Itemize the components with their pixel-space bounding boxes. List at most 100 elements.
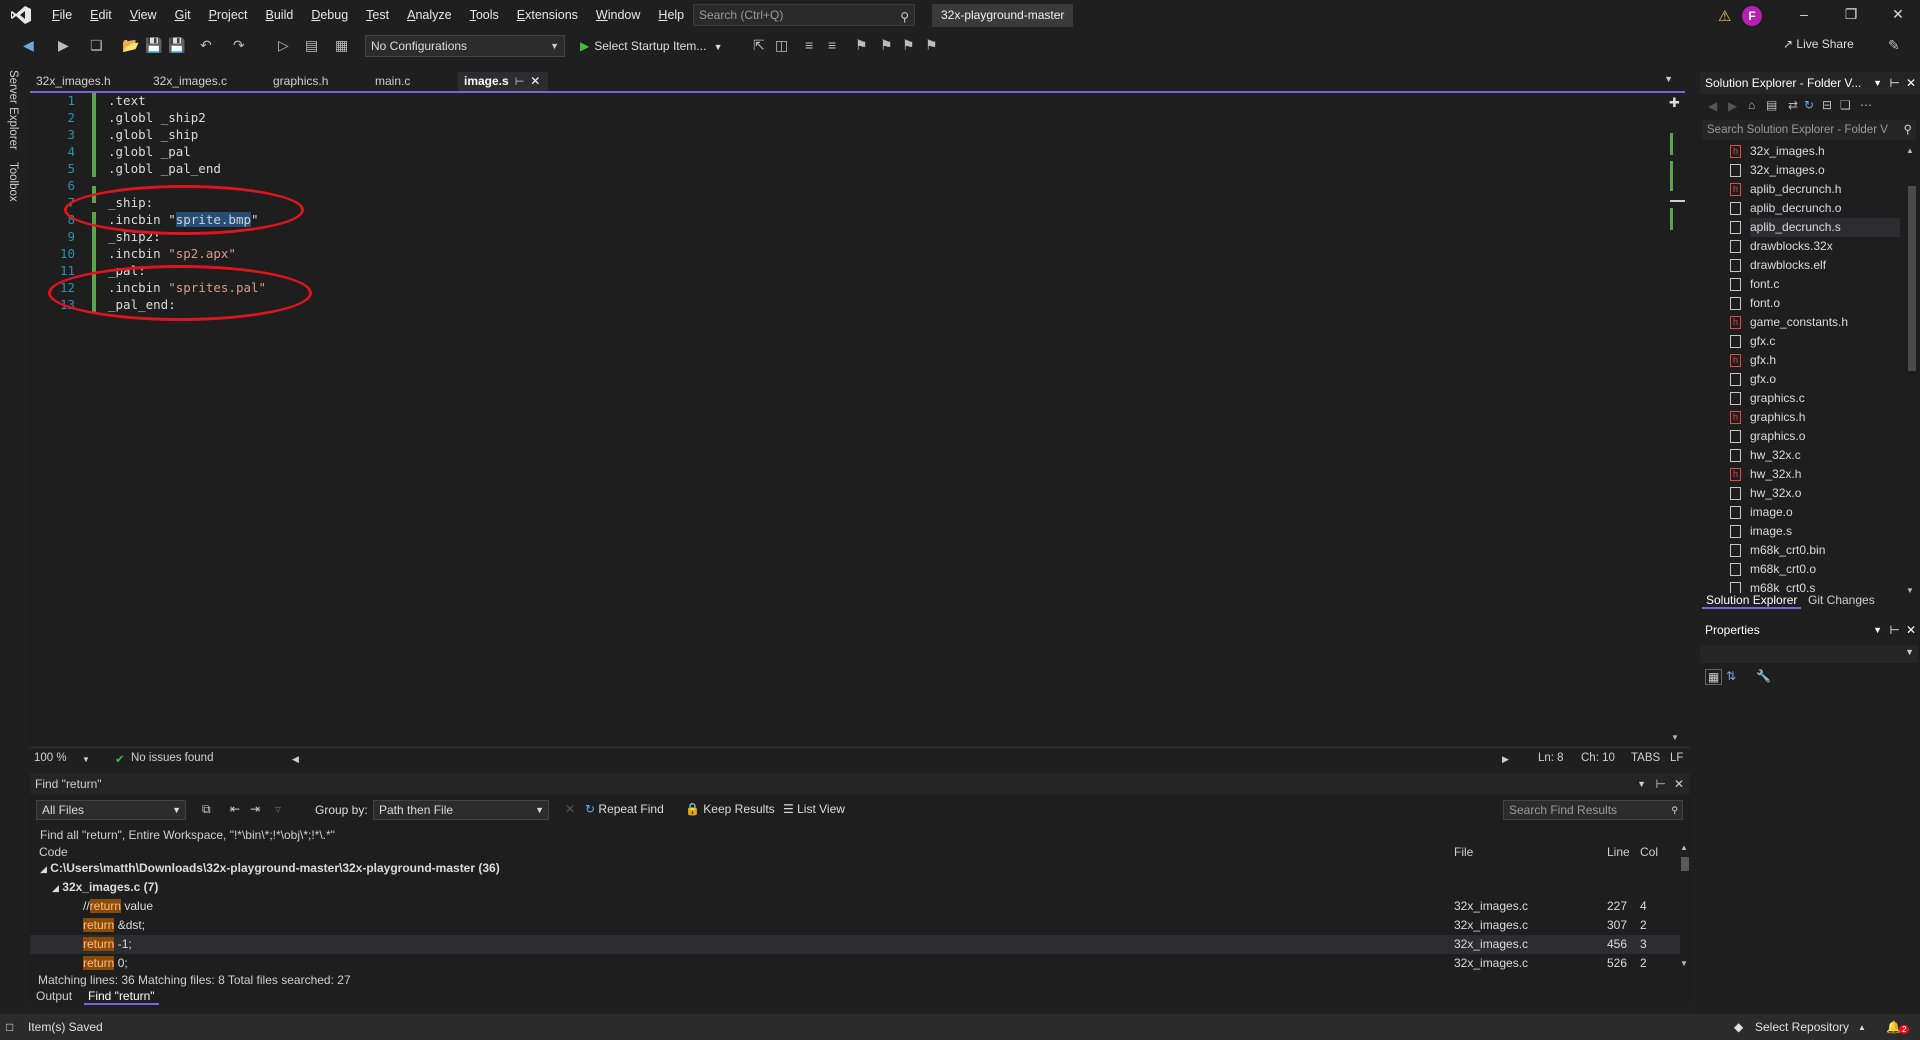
line-indicator[interactable]: Ln: 8: [1538, 752, 1564, 764]
tab-graphics-h[interactable]: graphics.h: [267, 72, 367, 91]
open-folder-icon[interactable]: 📂: [122, 37, 139, 54]
column-header-col[interactable]: Col: [1640, 845, 1658, 859]
save-all-icon[interactable]: 💾: [168, 37, 185, 54]
menu-item-project[interactable]: Project: [200, 0, 257, 31]
save-icon[interactable]: 💾: [145, 37, 162, 54]
back-icon[interactable]: ◀: [1708, 99, 1717, 113]
redo-icon[interactable]: ↷: [233, 37, 245, 54]
pin-icon[interactable]: ⊢: [1656, 773, 1666, 795]
result-group-file[interactable]: ◢ 32x_images.c (7): [30, 878, 1680, 897]
pin-icon[interactable]: ⊢: [515, 76, 525, 88]
file-tree-item[interactable]: gfx.o: [1730, 370, 1900, 389]
column-header-file[interactable]: File: [1454, 845, 1473, 859]
filter-icon[interactable]: ▿: [275, 802, 281, 816]
menu-item-analyze[interactable]: Analyze: [398, 0, 460, 31]
result-row[interactable]: return &dst; 32x_images.c 307 2: [30, 916, 1680, 935]
chevron-up-icon[interactable]: ▲: [1858, 1023, 1866, 1032]
select-repository-button[interactable]: Select Repository: [1755, 1020, 1849, 1034]
menu-item-extensions[interactable]: Extensions: [508, 0, 587, 31]
properties-object-dropdown[interactable]: ▼: [1700, 645, 1918, 663]
file-tree-item[interactable]: font.o: [1730, 294, 1900, 313]
toolbox-tab[interactable]: Toolbox: [7, 162, 19, 202]
result-group-path[interactable]: ◢ C:\Users\matth\Downloads\32x-playgroun…: [30, 859, 1680, 878]
result-row[interactable]: //return value 32x_images.c 227 4: [30, 897, 1680, 916]
menu-item-view[interactable]: View: [121, 0, 166, 31]
tab-solution-explorer[interactable]: Solution Explorer: [1702, 593, 1802, 609]
file-tree-item[interactable]: gfx.h: [1730, 351, 1900, 370]
copy-icon[interactable]: ⧉: [202, 802, 211, 817]
chevron-down-icon[interactable]: ▼: [1873, 72, 1882, 94]
file-tree-item[interactable]: drawblocks.32x: [1730, 237, 1900, 256]
scroll-thumb[interactable]: [1908, 186, 1916, 371]
startup-item-button[interactable]: ▶ Select Startup Item... ▼: [580, 35, 723, 57]
avatar[interactable]: F: [1742, 6, 1762, 26]
solution-scrollbar[interactable]: ▲ ▼: [1906, 146, 1918, 601]
chevron-down-icon[interactable]: ▼: [1873, 619, 1882, 641]
file-tree-item[interactable]: m68k_crt0.o: [1730, 560, 1900, 579]
column-header-code[interactable]: Code: [39, 845, 68, 859]
results-scrollbar[interactable]: ▲ ▼: [1680, 843, 1690, 973]
tabs-indicator[interactable]: TABS: [1631, 752, 1660, 764]
scroll-up-icon[interactable]: ▲: [1906, 146, 1914, 155]
file-tree-item[interactable]: 32x_images.h: [1730, 142, 1900, 161]
warning-icon[interactable]: ⚠: [1718, 7, 1731, 25]
home-icon[interactable]: ⌂: [1748, 98, 1755, 112]
close-icon[interactable]: ✕: [1906, 72, 1916, 94]
file-tree-item[interactable]: aplib_decrunch.s: [1730, 218, 1900, 237]
menu-item-help[interactable]: Help: [649, 0, 693, 31]
pin-icon[interactable]: ⊢: [1890, 619, 1900, 641]
file-tree-item[interactable]: graphics.c: [1730, 389, 1900, 408]
scroll-down-icon[interactable]: ▼: [1680, 959, 1688, 968]
minimize-icon[interactable]: –: [1790, 6, 1818, 22]
live-share-button[interactable]: ↗ Live Share: [1783, 37, 1854, 51]
cancel-search-icon[interactable]: ✕: [565, 802, 575, 816]
menu-item-test[interactable]: Test: [357, 0, 398, 31]
menu-item-file[interactable]: File: [43, 0, 81, 31]
list-view-button[interactable]: ☰ List View: [783, 802, 845, 816]
zoom-level[interactable]: 100 %: [34, 752, 67, 764]
code-editor[interactable]: 1 2 3 4 5 6 7 8 9 10 11 12 13 .text .glo…: [30, 93, 1685, 747]
tab-git-changes[interactable]: Git Changes: [1804, 593, 1879, 607]
menu-item-debug[interactable]: Debug: [302, 0, 357, 31]
chevron-down-icon[interactable]: ▼: [1637, 773, 1646, 795]
file-tree-item[interactable]: font.c: [1730, 275, 1900, 294]
file-tree-item[interactable]: graphics.h: [1730, 408, 1900, 427]
bookmark-icon[interactable]: ⚑: [855, 37, 868, 54]
layout-icon[interactable]: ▦: [335, 37, 348, 54]
tab-output[interactable]: Output: [32, 989, 76, 1003]
menu-item-build[interactable]: Build: [257, 0, 303, 31]
eol-indicator[interactable]: LF: [1670, 752, 1683, 764]
menu-item-edit[interactable]: Edit: [81, 0, 121, 31]
device-icon[interactable]: ◫: [775, 37, 788, 54]
column-header-line[interactable]: Line: [1607, 845, 1630, 859]
switch-views-icon[interactable]: ▤: [1766, 98, 1777, 112]
tab-find-return[interactable]: Find "return": [84, 989, 159, 1005]
menu-item-tools[interactable]: Tools: [461, 0, 508, 31]
editor-scrollbar[interactable]: ✚ ▼: [1667, 93, 1685, 747]
prev-result-icon[interactable]: ⇤: [230, 802, 240, 816]
scroll-thumb[interactable]: [1681, 857, 1689, 871]
alphabetical-icon[interactable]: ⇅: [1726, 669, 1736, 683]
chevron-down-icon[interactable]: ▼: [82, 755, 90, 764]
scroll-down-icon[interactable]: ▼: [1671, 733, 1679, 742]
tab-32x-images-h[interactable]: 32x_images.h: [30, 72, 145, 91]
show-all-files-icon[interactable]: ❏: [1840, 98, 1851, 112]
close-window-icon[interactable]: ✕: [1884, 6, 1912, 23]
scroll-left-icon[interactable]: ◀: [292, 754, 299, 765]
group-by-dropdown[interactable]: Path then File ▼: [373, 800, 549, 820]
tab-list-chevron-icon[interactable]: ▼: [1664, 74, 1673, 84]
categorized-icon[interactable]: ▦: [1705, 669, 1723, 685]
visual-studio-logo[interactable]: [10, 5, 32, 25]
menu-item-git[interactable]: Git: [166, 0, 200, 31]
scope-dropdown[interactable]: All Files ▼: [36, 800, 186, 820]
uncomment-icon[interactable]: ≡: [828, 37, 836, 53]
bookmark-prev-icon[interactable]: ⚑: [880, 37, 893, 54]
scroll-up-icon[interactable]: ▲: [1680, 843, 1688, 852]
solution-search-input[interactable]: Search Solution Explorer - Folder V ⚲: [1702, 120, 1916, 140]
file-tree-item[interactable]: graphics.o: [1730, 427, 1900, 446]
collapse-all-icon[interactable]: ⊟: [1822, 98, 1832, 112]
bookmark-clear-icon[interactable]: ⚑: [925, 37, 938, 54]
close-icon[interactable]: ✕: [1674, 773, 1684, 795]
comment-icon[interactable]: ≡: [805, 37, 813, 53]
refresh-icon[interactable]: ↻: [1804, 98, 1814, 112]
